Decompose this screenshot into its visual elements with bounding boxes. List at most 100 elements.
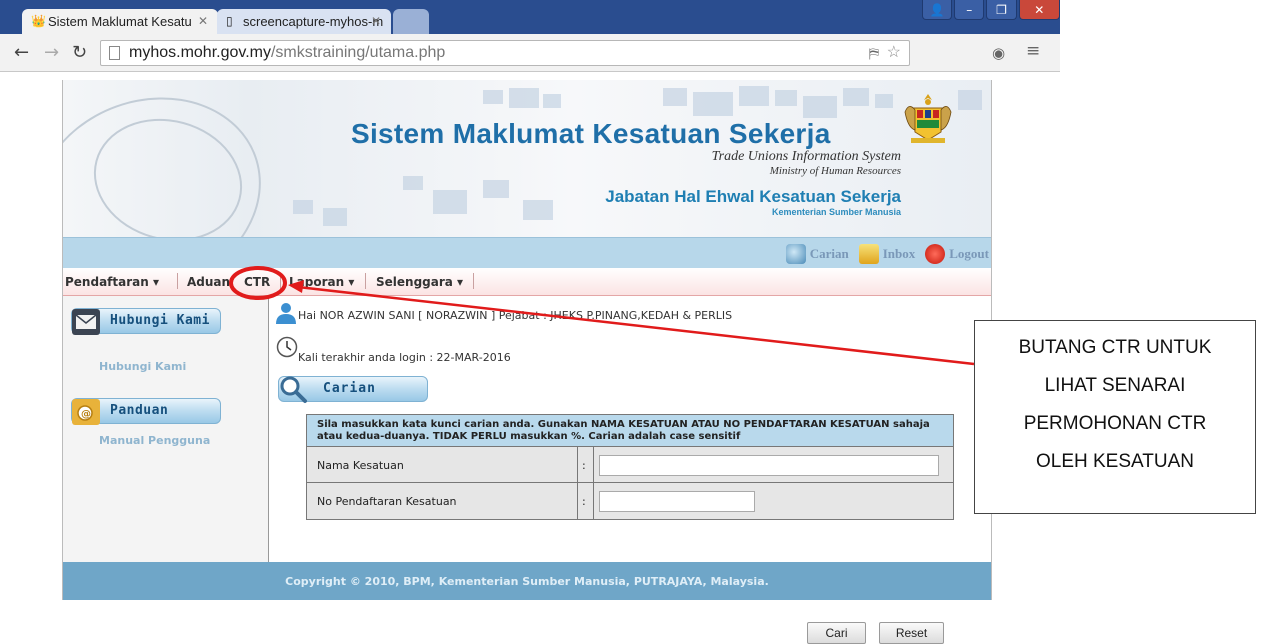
user-icon[interactable]: 👤 — [922, 0, 953, 20]
nama-kesatuan-label: Nama Kesatuan — [317, 459, 404, 472]
main-menu: Pendaftaran ▾ Aduan CTR Laporan ▾ Seleng… — [63, 268, 991, 296]
no-pendaftaran-label: No Pendaftaran Kesatuan — [317, 495, 457, 508]
banner-decoration — [403, 176, 423, 190]
inbox-link[interactable]: Inbox — [883, 246, 916, 262]
column-divider — [593, 483, 594, 519]
star-icon[interactable]: ☆ — [887, 41, 901, 65]
banner-decoration — [775, 90, 797, 106]
malaysia-crest-icon — [904, 94, 952, 143]
site-title: Sistem Maklumat Kesatuan Sekerja — [351, 118, 831, 149]
last-login: Kali terakhir anda login : 22-MAR-2016 — [298, 351, 511, 364]
panduan-label: Panduan — [110, 403, 169, 418]
site-footer: Copyright © 2010, BPM, Kementerian Sumbe… — [63, 562, 991, 600]
banner-decoration — [433, 190, 467, 214]
colon-separator: : — [582, 459, 586, 472]
banner-decoration — [483, 180, 509, 198]
browser-tabstrip: 👑 Sistem Maklumat Kesatu ✕ ▯ screencaptu… — [0, 0, 1270, 38]
browser-tab-inactive[interactable]: ▯ screencapture-myhos-m ✕ — [217, 9, 391, 34]
top-action-bar: Carian Inbox Logout — [63, 237, 991, 268]
no-pendaftaran-input[interactable] — [599, 491, 755, 512]
hubungi-kami-link[interactable]: Hubungi Kami — [99, 360, 186, 373]
banner-decoration — [875, 94, 893, 108]
main-content: Hai NOR AZWIN SANI [ NORAZWIN ] Pejabat … — [270, 296, 991, 644]
menu-selenggara[interactable]: Selenggara ▾ — [376, 275, 463, 289]
user-greeting: Hai NOR AZWIN SANI [ NORAZWIN ] Pejabat … — [298, 309, 733, 322]
inbox-icon[interactable] — [858, 244, 879, 264]
hubungi-kami-button[interactable]: Hubungi Kami — [71, 308, 221, 335]
menu-divider — [365, 273, 366, 289]
menu-ctr[interactable]: CTR — [244, 275, 270, 289]
browser-toolbar: ← → ↻ myhos.mohr.gov.my/smkstraining/uta… — [0, 34, 1060, 72]
menu-divider — [177, 273, 178, 289]
url-host: myhos.mohr.gov.my — [129, 44, 271, 61]
cari-button[interactable]: Cari — [807, 622, 866, 644]
site-subtitle-en: Trade Unions Information System — [711, 149, 901, 164]
banner-decoration — [693, 92, 733, 116]
panduan-button[interactable]: @ Panduan — [71, 398, 221, 425]
form-row: Nama Kesatuan : — [307, 447, 953, 483]
top-actions: Carian Inbox Logout — [785, 244, 989, 264]
menu-label: Pendaftaran — [65, 275, 149, 289]
annotation-line: BUTANG CTR UNTUK — [1018, 337, 1212, 358]
banner-decoration — [803, 96, 837, 118]
svg-text:@: @ — [81, 409, 92, 420]
minimize-icon[interactable]: – — [954, 0, 985, 20]
banner-decoration — [483, 90, 503, 104]
menu-laporan[interactable]: Laporan ▾ — [289, 275, 354, 289]
new-tab-button[interactable] — [393, 9, 429, 34]
menu-icon[interactable]: ≡ — [1026, 43, 1040, 60]
annotation-line: LIHAT SENARAI — [1044, 375, 1186, 396]
mail-icon — [72, 309, 100, 335]
page-icon — [109, 46, 120, 60]
back-icon[interactable]: ← — [14, 44, 29, 62]
magnifier-icon — [280, 376, 307, 403]
menu-aduan[interactable]: Aduan — [187, 275, 230, 289]
site-banner: Sistem Maklumat Kesatuan Sekerja Trade U… — [63, 80, 991, 237]
hubungi-kami-label: Hubungi Kami — [110, 313, 210, 328]
banner-decoration — [509, 88, 539, 108]
tab-close-icon[interactable]: ✕ — [198, 14, 208, 28]
page-favicon-icon: ▯ — [226, 14, 233, 28]
browser-tab-active[interactable]: 👑 Sistem Maklumat Kesatu ✕ — [22, 9, 218, 34]
reset-button[interactable]: Reset — [879, 622, 944, 644]
user-icon — [276, 303, 296, 324]
logout-link[interactable]: Logout — [949, 246, 989, 262]
reload-icon[interactable]: ↻ — [72, 44, 87, 62]
search-form: Sila masukkan kata kunci carian anda. Gu… — [306, 414, 954, 520]
nama-kesatuan-input[interactable] — [599, 455, 939, 476]
menu-pendaftaran[interactable]: Pendaftaran ▾ — [65, 275, 159, 289]
tab-close-icon[interactable]: ✕ — [371, 14, 381, 28]
banner-decoration — [523, 200, 553, 220]
column-divider — [593, 447, 594, 483]
banner-decoration — [958, 90, 982, 110]
browser-tab-label: screencapture-myhos-m — [243, 14, 384, 29]
close-window-icon[interactable]: ✕ — [1018, 0, 1061, 20]
clock-icon — [276, 336, 298, 358]
search-link[interactable]: Carian — [810, 246, 849, 262]
search-icon[interactable] — [785, 244, 806, 264]
translate-icon[interactable]: ⛿ — [869, 41, 879, 65]
menu-divider — [473, 273, 474, 289]
annotation-line: OLEH KESATUAN — [1035, 451, 1195, 472]
carian-section-header: Carian — [278, 376, 428, 403]
banner-decoration — [323, 208, 347, 226]
site-container: Sistem Maklumat Kesatuan Sekerja Trade U… — [62, 80, 992, 644]
menu-label: Laporan — [289, 275, 345, 289]
sidebar: Hubungi Kami Hubungi Kami @ Panduan Manu… — [63, 296, 269, 562]
url-path: /smkstraining/utama.php — [270, 44, 446, 61]
address-bar[interactable]: myhos.mohr.gov.my/smkstraining/utama.php… — [100, 40, 910, 66]
maximize-icon[interactable]: ❐ — [986, 0, 1017, 20]
manual-pengguna-link[interactable]: Manual Pengguna — [99, 434, 210, 447]
banner-decoration — [543, 94, 561, 108]
browser-tab-label: Sistem Maklumat Kesatu — [48, 14, 192, 29]
menu-label: Selenggara — [376, 275, 453, 289]
column-divider — [577, 447, 578, 483]
window-controls: 👤 – ❐ ✕ — [922, 0, 1061, 22]
ministry-en: Ministry of Human Resources — [769, 165, 901, 177]
power-icon[interactable] — [925, 244, 946, 264]
crest-favicon-icon: 👑 — [31, 14, 46, 28]
column-divider — [577, 483, 578, 519]
forward-icon[interactable]: → — [44, 44, 59, 62]
camera-icon[interactable]: ◉ — [992, 46, 1005, 61]
annotation-callout: BUTANG CTR UNTUK LIHAT SENARAI PERMOHONA… — [974, 320, 1256, 514]
